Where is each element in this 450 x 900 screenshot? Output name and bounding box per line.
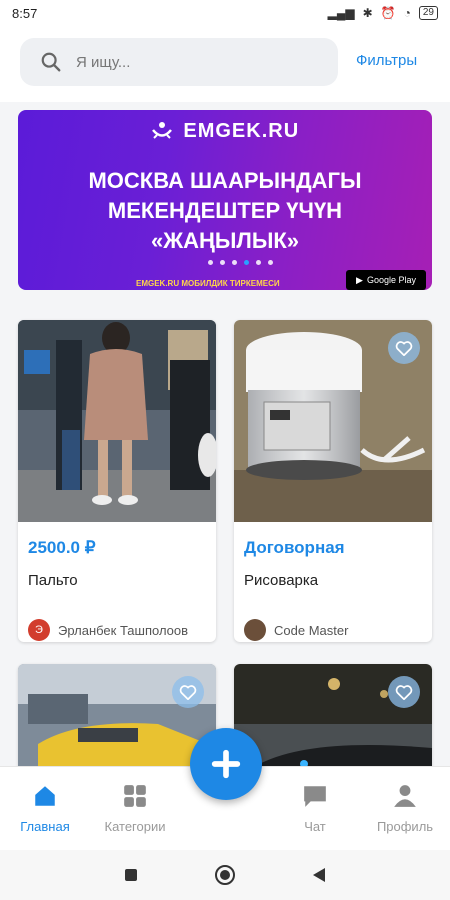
- banner-headline-line: МЕКЕНДЕШТЕР ҮЧҮН: [107, 198, 343, 223]
- listing-card[interactable]: Договорная Рисоварка Code Master: [234, 320, 432, 642]
- street-photo-image: [18, 320, 216, 522]
- listing-price: 2500.0 ₽: [28, 538, 96, 557]
- nav-home[interactable]: Главная: [0, 781, 90, 834]
- listing-seller[interactable]: Code Master: [244, 619, 432, 641]
- home-circle-icon[interactable]: [214, 864, 236, 886]
- banner-headline-line: МОСКВА ШААРЫНДАГЫ: [88, 168, 362, 193]
- seller-name: Эрланбек Ташполоов: [58, 622, 189, 638]
- favorite-button[interactable]: [388, 676, 420, 708]
- grid-icon: [124, 785, 146, 807]
- heart-icon: [395, 341, 413, 356]
- listing-photo: [234, 320, 432, 522]
- promo-banner[interactable]: EMGEK.RU МОСКВА ШААРЫНДАГЫ МЕКЕНДЕШТЕР Ү…: [18, 110, 432, 290]
- person-icon: [394, 785, 416, 807]
- banner-headline: МОСКВА ШААРЫНДАГЫ МЕКЕНДЕШТЕР ҮЧҮН «ЖАҢЫ…: [18, 166, 432, 256]
- nav-chat[interactable]: Чат: [270, 781, 360, 834]
- nav-categories[interactable]: Категории: [90, 781, 180, 834]
- carousel-dot[interactable]: [268, 260, 273, 265]
- banner-headline-line: «ЖАҢЫЛЫК»: [150, 228, 300, 253]
- favorite-button[interactable]: [388, 332, 420, 364]
- chat-icon: [304, 786, 326, 807]
- heart-icon: [179, 685, 197, 700]
- search-input[interactable]: [74, 52, 298, 72]
- avatar-initial: Э: [35, 624, 43, 636]
- emgek-logo-icon: [151, 122, 172, 139]
- nav-categories-label: Категории: [104, 819, 166, 834]
- status-time: 8:57: [12, 5, 38, 21]
- carousel-dot[interactable]: [256, 260, 261, 265]
- battery-icon: 29: [418, 6, 438, 20]
- search-box[interactable]: [20, 38, 338, 86]
- system-navigation-bar: [0, 850, 450, 900]
- carousel-dot[interactable]: [244, 260, 249, 265]
- search-icon: [41, 52, 61, 72]
- listing-title: Рисоварка: [244, 572, 319, 589]
- alarm-icon: ⏰: [380, 6, 396, 20]
- heart-icon: [395, 685, 413, 700]
- listing-photo: [18, 320, 216, 522]
- listing-seller[interactable]: Э Эрланбек Ташполоов: [28, 619, 216, 641]
- recents-icon[interactable]: [124, 868, 138, 882]
- nav-chat-label: Чат: [304, 819, 326, 834]
- listing-card[interactable]: 2500.0 ₽ Пальто Э Эрланбек Ташполоов: [18, 320, 216, 642]
- carousel-dot[interactable]: [208, 260, 213, 265]
- avatar: [244, 619, 266, 641]
- banner-logo: EMGEK.RU: [18, 120, 432, 143]
- banner-logo-text: EMGEK.RU: [183, 120, 300, 142]
- wifi-icon: ◔: [403, 6, 411, 20]
- google-play-label: Google Play: [366, 275, 416, 285]
- bluetooth-icon: ✱: [362, 6, 373, 20]
- avatar: Э: [28, 619, 50, 641]
- favorite-button[interactable]: [172, 676, 204, 708]
- nav-profile[interactable]: Профиль: [360, 781, 450, 834]
- back-icon[interactable]: [312, 867, 326, 883]
- home-icon: [35, 786, 55, 806]
- carousel-dot[interactable]: [220, 260, 225, 265]
- play-store-icon: ▶: [356, 274, 363, 285]
- listing-title: Пальто: [28, 572, 78, 589]
- plus-icon: [211, 749, 241, 779]
- banner-subline: EMGEK.RU МОБИЛДИК ТИРКЕМЕСИ: [136, 279, 280, 288]
- seller-name: Code Master: [274, 622, 349, 638]
- google-play-badge[interactable]: ▶ Google Play: [346, 270, 426, 290]
- carousel-dot[interactable]: [232, 260, 237, 265]
- listing-price: Договорная: [244, 538, 345, 557]
- top-bar: Фильтры: [0, 26, 450, 102]
- status-icons: ▂▄▆ ✱ ⏰ ◔ 29: [328, 6, 438, 20]
- add-listing-button[interactable]: [190, 728, 262, 800]
- carousel-dots[interactable]: [208, 260, 273, 265]
- nav-home-label: Главная: [20, 819, 70, 834]
- nav-profile-label: Профиль: [376, 819, 434, 834]
- signal-icon: ▂▄▆: [327, 6, 355, 20]
- filters-button[interactable]: Фильтры: [356, 52, 417, 69]
- status-bar: 8:57 ▂▄▆ ✱ ⏰ ◔ 29: [0, 0, 450, 26]
